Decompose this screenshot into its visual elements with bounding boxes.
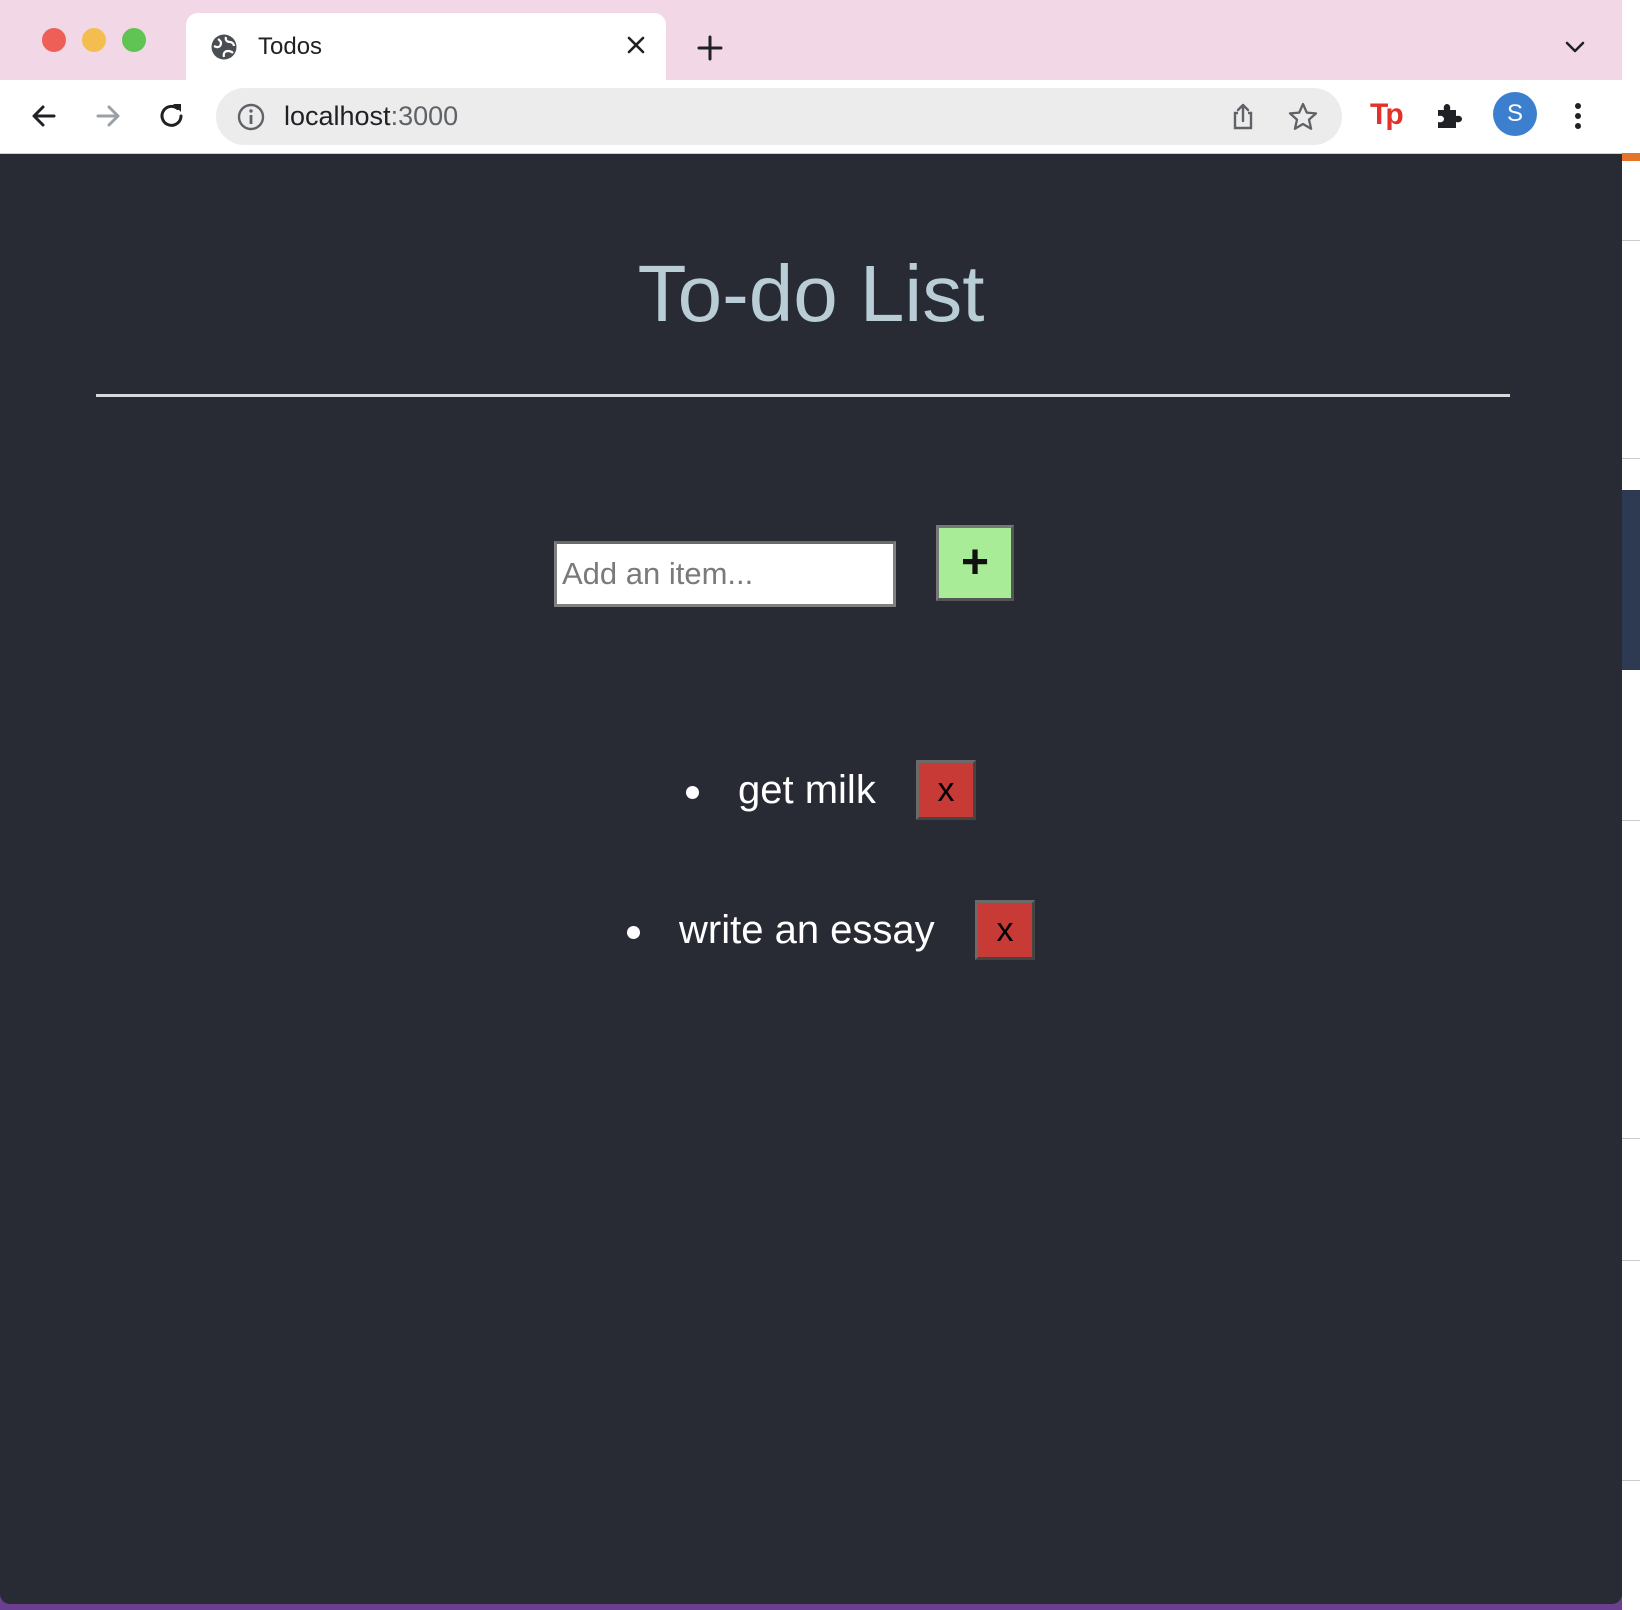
background-divider <box>1622 1480 1640 1481</box>
title-divider <box>96 394 1510 397</box>
browser-toolbar: localhost:3000 Tp S <box>0 80 1622 154</box>
background-divider <box>1622 1138 1640 1139</box>
background-divider <box>1622 820 1640 821</box>
globe-icon <box>210 33 238 61</box>
background-divider <box>1622 240 1640 241</box>
background-divider <box>1622 1260 1640 1261</box>
delete-item-button[interactable]: x <box>916 760 976 820</box>
background-window-edge <box>1622 0 1640 1610</box>
extensions-puzzle-icon[interactable] <box>1430 96 1470 136</box>
background-accent-bar <box>1622 153 1640 161</box>
browser-window: Todos localhost:3000 Tp S To-do List Add… <box>0 0 1622 1604</box>
background-image-block <box>1622 490 1640 670</box>
bullet-icon <box>686 786 699 799</box>
add-item-input[interactable] <box>554 541 896 607</box>
url-port: :3000 <box>390 101 459 131</box>
tab-bar: Todos <box>0 0 1622 80</box>
tab-todos[interactable]: Todos <box>186 13 666 80</box>
background-divider <box>1622 458 1640 459</box>
todo-item-text: get milk <box>738 768 876 812</box>
add-item-button[interactable]: + <box>936 525 1014 601</box>
site-info-icon[interactable] <box>236 102 266 132</box>
tp-extension-icon[interactable]: Tp <box>1370 98 1404 132</box>
profile-avatar[interactable]: S <box>1493 92 1537 136</box>
more-menu-icon[interactable] <box>1558 96 1598 136</box>
bullet-icon <box>627 926 640 939</box>
chevron-down-icon[interactable] <box>1560 32 1590 62</box>
maximize-window-button[interactable] <box>122 28 146 52</box>
delete-item-button[interactable]: x <box>975 900 1035 960</box>
url-host: localhost <box>284 101 391 131</box>
minimize-window-button[interactable] <box>82 28 106 52</box>
address-bar[interactable]: localhost:3000 <box>216 88 1342 145</box>
page-content: To-do List + get milk x write an essay x <box>0 154 1622 1604</box>
share-icon[interactable] <box>1226 100 1260 134</box>
tab-title: Todos <box>258 33 323 60</box>
page-title: To-do List <box>637 249 985 338</box>
close-window-button[interactable] <box>42 28 66 52</box>
todo-item: get milk x <box>686 760 986 820</box>
back-arrow-icon[interactable] <box>24 96 64 136</box>
url-text: localhost:3000 <box>284 101 458 132</box>
todo-item-text: write an essay <box>679 908 935 952</box>
forward-arrow-icon[interactable] <box>88 96 128 136</box>
close-tab-icon[interactable] <box>618 27 654 63</box>
reload-icon[interactable] <box>152 96 192 136</box>
new-tab-plus-icon[interactable] <box>690 28 730 68</box>
todo-item: write an essay x <box>627 900 1047 960</box>
bookmark-star-icon[interactable] <box>1286 100 1320 134</box>
